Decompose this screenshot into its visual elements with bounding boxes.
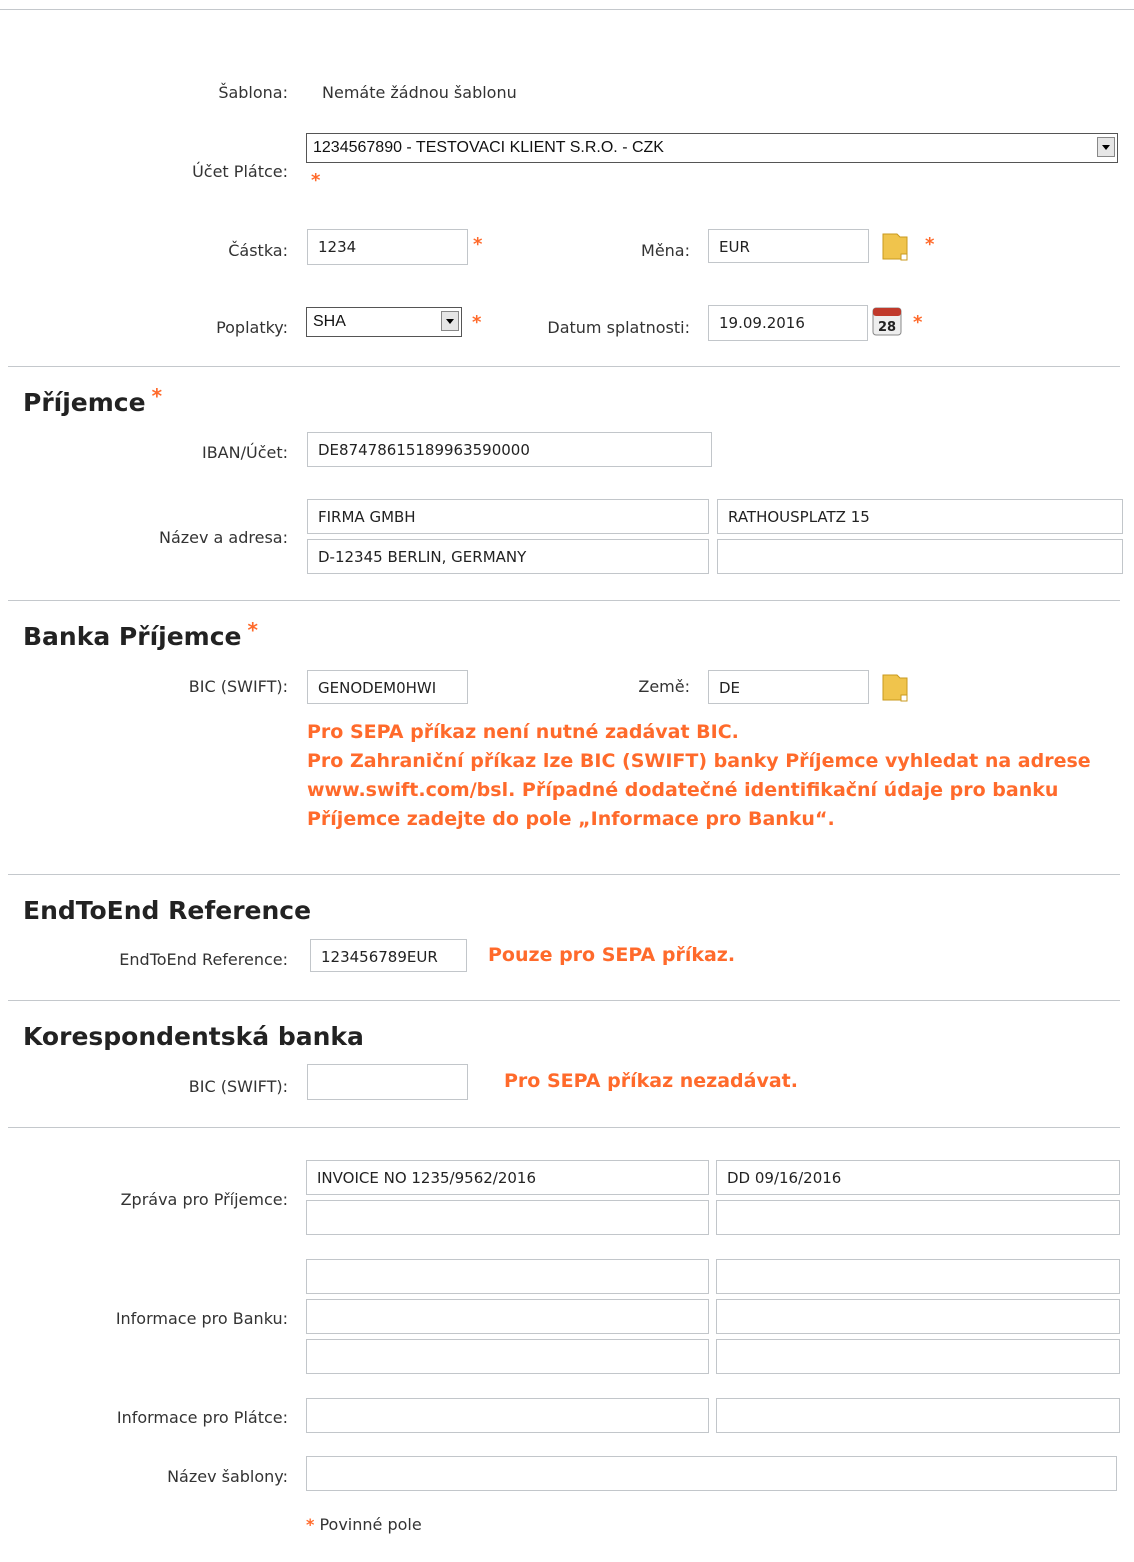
folder-icon[interactable] [881, 671, 909, 703]
required-mark: * [151, 384, 163, 408]
iban-input[interactable]: DE87478615189963590000 [307, 432, 712, 467]
bic-notes: Pro SEPA příkaz není nutné zadávat BIC. … [307, 718, 1091, 834]
message-field-2[interactable]: DD 09/16/2016 [716, 1160, 1120, 1195]
message-label: Zpráva pro Příjemce: [120, 1190, 288, 1209]
payer-info-label: Informace pro Plátce: [116, 1408, 288, 1427]
calendar-icon[interactable]: 28 [871, 305, 903, 337]
amount-label: Částka: [228, 241, 288, 260]
bic-note-line: www.swift.com/bsl. Případné dodatečné id… [307, 779, 1059, 801]
required-mark: * [311, 170, 321, 191]
message-field-1[interactable]: INVOICE NO 1235/9562/2016 [306, 1160, 709, 1195]
name-address-field-2[interactable]: RATHOUSPLATZ 15 [717, 499, 1123, 534]
fees-selected: SHA [313, 313, 346, 330]
name-address-field-1[interactable]: FIRMA GMBH [307, 499, 709, 534]
section-divider [8, 874, 1120, 875]
required-mark: * [473, 234, 483, 255]
endtoend-label: EndToEnd Reference: [119, 950, 288, 969]
chevron-down-icon[interactable] [1097, 137, 1115, 157]
required-mark: * [247, 618, 258, 642]
currency-input[interactable]: EUR [708, 229, 869, 263]
message-field-4[interactable] [716, 1200, 1120, 1235]
bic-note-line: Příjemce zadejte do pole „Informace pro … [307, 808, 835, 830]
bank-info-field-5[interactable] [306, 1339, 709, 1374]
payer-info-field-1[interactable] [306, 1398, 709, 1433]
bic-note-line: Pro Zahraniční příkaz lze BIC (SWIFT) ba… [307, 750, 1091, 772]
correspondent-bic-label: BIC (SWIFT): [188, 1077, 288, 1096]
recipient-heading-text: Příjemce [23, 388, 146, 417]
section-divider [8, 1000, 1120, 1001]
bank-info-field-3[interactable] [306, 1299, 709, 1334]
section-heading-correspondent-bank: Korespondentská banka [23, 1022, 364, 1051]
due-date-label: Datum splatnosti: [547, 318, 690, 337]
folder-icon[interactable] [881, 230, 909, 262]
section-heading-recipient-bank: Banka Příjemce * [23, 618, 258, 651]
bic-label: BIC (SWIFT): [188, 677, 288, 696]
correspondent-note: Pro SEPA příkaz nezadávat. [504, 1070, 798, 1092]
bank-info-field-2[interactable] [716, 1259, 1120, 1294]
name-address-label: Název a adresa: [158, 528, 288, 547]
correspondent-bic-input[interactable] [307, 1064, 468, 1100]
required-mark: * [913, 312, 923, 333]
payer-info-field-2[interactable] [716, 1398, 1120, 1433]
section-heading-recipient: Příjemce * [23, 384, 163, 417]
iban-label: IBAN/Účet: [201, 443, 288, 462]
section-heading-endtoend: EndToEnd Reference [23, 896, 312, 925]
recipient-bank-heading-text: Banka Příjemce [23, 622, 242, 651]
bic-note-line: Pro SEPA příkaz není nutné zadávat BIC. [307, 721, 739, 743]
template-name-label: Název šablony: [167, 1467, 288, 1486]
bank-info-field-4[interactable] [716, 1299, 1120, 1334]
chevron-down-icon[interactable] [441, 311, 459, 331]
section-divider [8, 1127, 1120, 1128]
payer-account-select[interactable]: 1234567890 - TESTOVACI KLIENT S.R.O. - C… [306, 133, 1118, 163]
currency-label: Měna: [641, 241, 690, 260]
section-divider [8, 366, 1120, 367]
bank-info-label: Informace pro Banku: [115, 1309, 288, 1328]
required-field-note-text: Povinné pole [319, 1515, 422, 1534]
required-mark: * [925, 234, 935, 255]
template-value: Nemáte žádnou šablonu [322, 83, 517, 102]
fees-label: Poplatky: [216, 318, 288, 337]
section-divider [8, 600, 1120, 601]
endtoend-note: Pouze pro SEPA příkaz. [488, 944, 736, 966]
top-divider [0, 9, 1134, 10]
required-field-note: * Povinné pole [306, 1515, 422, 1534]
amount-input[interactable]: 1234 [307, 229, 468, 265]
required-mark: * [306, 1515, 315, 1534]
endtoend-input[interactable]: 123456789EUR [310, 939, 467, 972]
fees-select[interactable]: SHA [306, 307, 462, 337]
country-label: Země: [638, 677, 690, 696]
template-label: Šablona: [218, 83, 288, 102]
name-address-field-3[interactable]: D-12345 BERLIN, GERMANY [307, 539, 709, 574]
country-input[interactable]: DE [708, 670, 869, 704]
calendar-day: 28 [878, 320, 896, 335]
payer-account-label: Účet Plátce: [192, 162, 288, 181]
message-field-3[interactable] [306, 1200, 709, 1235]
bank-info-field-6[interactable] [716, 1339, 1120, 1374]
name-address-field-4[interactable] [717, 539, 1123, 574]
bank-info-field-1[interactable] [306, 1259, 709, 1294]
payer-account-selected: 1234567890 - TESTOVACI KLIENT S.R.O. - C… [313, 139, 664, 156]
due-date-input[interactable]: 19.09.2016 [708, 305, 868, 341]
bic-input[interactable]: GENODEM0HWI [307, 670, 468, 704]
required-mark: * [472, 312, 482, 333]
template-name-input[interactable] [306, 1456, 1117, 1491]
